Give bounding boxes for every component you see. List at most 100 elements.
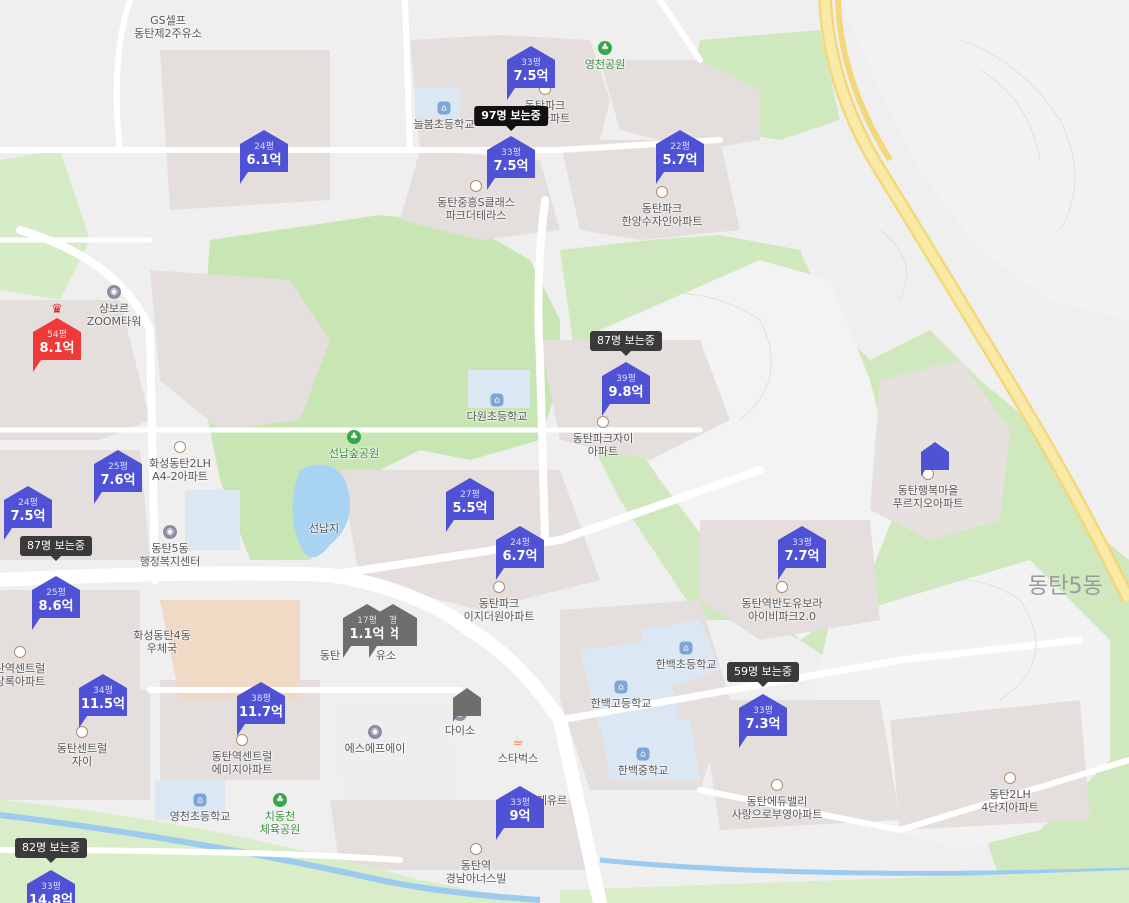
- place-label-gs[interactable]: GS셀프 동탄제2주유소: [134, 14, 202, 40]
- place-label-youngcheon-park[interactable]: 영천공원: [585, 58, 625, 71]
- marker-area: 22평: [670, 142, 690, 152]
- apt-poi-icon[interactable]: [776, 581, 788, 593]
- price-marker[interactable]: 24평 6.1억: [240, 130, 288, 184]
- park-poi-icon[interactable]: ♣: [273, 793, 287, 807]
- marker-area: 24평: [254, 142, 274, 152]
- place-label-starbucks[interactable]: 스타벅스: [498, 752, 538, 765]
- place-label-avoura[interactable]: 동탄역반도유보라 아이비파크2.0: [742, 597, 823, 623]
- marker-price: 7.7억: [784, 549, 820, 564]
- viewer-count-badge[interactable]: 87명 보는중: [20, 536, 92, 561]
- marker-price: 11.7억: [238, 705, 284, 720]
- place-label-hanbaek-mi[interactable]: 한백중학교: [618, 764, 669, 777]
- price-marker[interactable]: 25평 7.6억: [94, 450, 142, 504]
- marker-area: 25평: [108, 462, 128, 472]
- price-marker[interactable]: 25평 8.6억: [32, 576, 80, 630]
- place-label-center[interactable]: 동탄5동 행정복지센터: [140, 542, 201, 568]
- place-label-valley[interactable]: 동탄에듀밸리 사랑으로부영아파트: [731, 795, 822, 821]
- place-label-youngcheon-el[interactable]: 영천초등학교: [170, 810, 231, 823]
- place-label-dawon[interactable]: 다원초등학교: [467, 410, 528, 423]
- place-label-chidong[interactable]: 치동천 체육공원: [260, 810, 300, 836]
- school-poi-icon[interactable]: ⌂: [679, 641, 693, 655]
- marker-area: 33평: [41, 882, 61, 892]
- apt-poi-icon[interactable]: [771, 779, 783, 791]
- apt-poi-icon[interactable]: [493, 581, 505, 593]
- price-marker[interactable]: 33평 7.5억: [487, 136, 535, 190]
- price-marker[interactable]: 27평 5.5억: [446, 478, 494, 532]
- apt-poi-icon[interactable]: [597, 416, 609, 428]
- viewer-count-badge[interactable]: 59명 보는중: [727, 662, 799, 687]
- school-poi-icon[interactable]: ⌂: [636, 747, 650, 761]
- apt-poi-icon[interactable]: [14, 646, 26, 658]
- price-marker[interactable]: 54평 8.1억 ♛: [33, 302, 81, 372]
- map-view[interactable]: GS셀프동탄제2주유소 ♣ 영천공원 ⌂ 늘봄초등학교동탄파크자이아파트 동탄중흥S클래스…: [0, 0, 1129, 903]
- place-label-emiji[interactable]: 동탄역센트럴 에미지아파트: [212, 750, 273, 776]
- apt-poi-icon[interactable]: [470, 843, 482, 855]
- apt-poi-icon[interactable]: [174, 441, 186, 453]
- marker-price: 14.8억: [28, 893, 74, 903]
- marker-area: 33평: [510, 798, 530, 808]
- marker-price: 7.5억: [493, 159, 529, 174]
- place-label-hanyang[interactable]: 동탄파크 한양수자인아파트: [622, 202, 703, 228]
- marker-price: 8.6억: [38, 599, 74, 614]
- price-marker[interactable]: 33평 7.5억: [507, 46, 555, 100]
- price-marker[interactable]: [443, 682, 491, 736]
- price-marker[interactable]: [911, 436, 959, 490]
- district-label: 동탄5동: [1028, 574, 1103, 599]
- marker-area: 39평: [616, 374, 636, 384]
- price-marker[interactable]: 34평 11.5억: [79, 674, 127, 728]
- crown-icon: ♛: [51, 302, 63, 317]
- place-label-sf[interactable]: 에스에프에이: [345, 742, 406, 755]
- place-label-seonnap-park[interactable]: 선납숲공원: [329, 447, 380, 460]
- school-poi-icon[interactable]: ⌂: [437, 101, 451, 115]
- place-poi-icon[interactable]: ◉: [163, 525, 177, 539]
- place-label-lh4[interactable]: 동탄2LH 4단지아파트: [981, 788, 1039, 814]
- school-poi-icon[interactable]: ⌂: [490, 393, 504, 407]
- marker-area: 27평: [460, 490, 480, 500]
- place-label-gas2[interactable]: 동탄: [320, 649, 340, 662]
- marker-price: 7.5억: [10, 509, 46, 524]
- viewer-count-badge[interactable]: 82명 보는중: [15, 838, 87, 863]
- apt-poi-icon[interactable]: [1004, 772, 1016, 784]
- marker-area: 38평: [251, 694, 271, 704]
- school-poi-icon[interactable]: ⌂: [193, 793, 207, 807]
- place-label-izideo[interactable]: 동탄파크 이지더원아파트: [464, 597, 535, 623]
- place-label-post[interactable]: 화성동탄4동 우체국: [133, 629, 191, 655]
- park-poi-icon[interactable]: ♣: [347, 430, 361, 444]
- place-poi-icon[interactable]: ◉: [368, 725, 382, 739]
- apt-poi-icon[interactable]: [656, 186, 668, 198]
- place-label-gyeongnam[interactable]: 동탄역 경남아너스빌: [446, 859, 507, 885]
- place-label-centro[interactable]: 동탄센트럴 자이: [57, 742, 108, 768]
- place-label-parkxi[interactable]: 동탄파크자이 아파트: [573, 432, 634, 458]
- marker-area: 24평: [510, 538, 530, 548]
- school-poi-icon[interactable]: ⌂: [614, 680, 628, 694]
- place-label-seonnapji[interactable]: 선납지: [309, 522, 339, 535]
- marker-price: 1.1억: [349, 627, 385, 642]
- viewer-count-badge[interactable]: 97명 보는중: [474, 106, 548, 131]
- marker-area: 33평: [521, 58, 541, 68]
- price-marker[interactable]: 24평 6.7억: [496, 526, 544, 580]
- place-label-shabore[interactable]: 샹보르 ZOOM타워: [87, 302, 142, 328]
- apt-poi-icon[interactable]: [470, 180, 482, 192]
- place-label-hwaseong2lh[interactable]: 화성동탄2LH A4-2아파트: [149, 457, 211, 483]
- price-marker[interactable]: 39평 9.8억: [602, 362, 650, 416]
- place-label-hanbaek-el[interactable]: 한백초등학교: [656, 658, 717, 671]
- viewer-count-badge[interactable]: 87명 보는중: [590, 331, 662, 356]
- price-marker[interactable]: 24평 7.5억: [4, 486, 52, 540]
- place-label-jungheung[interactable]: 동탄중흥S클래스 파크더테라스: [437, 196, 515, 222]
- price-marker[interactable]: 33평 7.3억: [739, 694, 787, 748]
- cafe-poi-icon[interactable]: ☕: [511, 735, 525, 749]
- place-poi-icon[interactable]: ◉: [107, 285, 121, 299]
- marker-area: 17평: [357, 616, 377, 626]
- place-label-hanbaek-hi[interactable]: 한백고등학교: [591, 697, 652, 710]
- price-marker[interactable]: 33평 9억: [496, 786, 544, 840]
- marker-area: 34평: [93, 686, 113, 696]
- place-label-neulbom[interactable]: 늘봄초등학교: [414, 118, 475, 131]
- price-marker[interactable]: 33평 14.8억: [27, 870, 75, 903]
- park-poi-icon[interactable]: ♣: [598, 41, 612, 55]
- price-marker[interactable]: 38평 11.7억: [237, 682, 285, 736]
- price-marker[interactable]: 22평 5.7억: [656, 130, 704, 184]
- marker-price: 5.5억: [452, 501, 488, 516]
- place-label-centro-l[interactable]: 탄역센트럴상록아파트: [0, 662, 45, 688]
- price-marker[interactable]: 33평 7.7억: [778, 526, 826, 580]
- price-marker[interactable]: 17평 1.1억: [343, 604, 391, 658]
